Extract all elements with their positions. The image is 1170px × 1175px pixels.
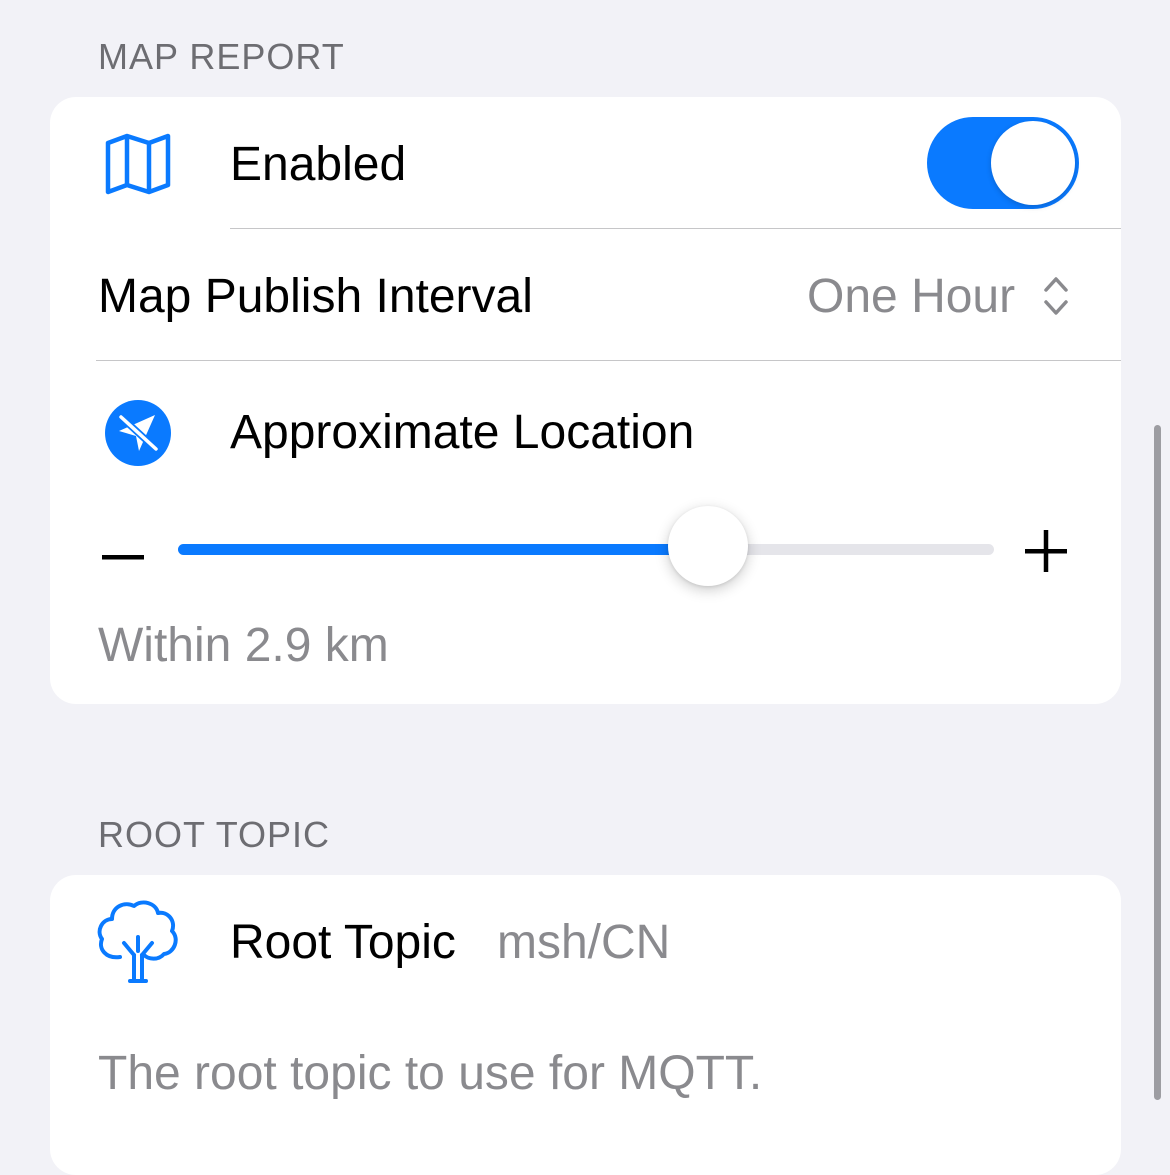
publish-interval-label: Map Publish Interval [98, 270, 533, 323]
root-topic-label: Root Topic [230, 916, 456, 969]
root-topic-input[interactable]: msh/CN [497, 915, 670, 970]
map-report-header: MAP REPORT [98, 36, 345, 77]
chevron-up-down-icon[interactable] [1043, 275, 1069, 322]
divider [96, 360, 1121, 361]
map-icon [105, 133, 171, 200]
slider-track[interactable] [178, 544, 994, 555]
enabled-label: Enabled [230, 138, 407, 191]
enabled-toggle[interactable] [927, 117, 1079, 209]
precision-text: Within 2.9 km [98, 619, 389, 672]
tree-icon [96, 897, 180, 988]
slider-fill [178, 544, 708, 555]
plus-icon[interactable] [1025, 530, 1067, 577]
root-topic-card: Root Topic msh/CN The root topic to use … [50, 875, 1121, 1175]
root-topic-header: ROOT TOPIC [98, 814, 331, 855]
slider-thumb[interactable] [668, 506, 748, 586]
divider [230, 228, 1121, 229]
location-arrow-icon [105, 400, 171, 471]
approx-location-label: Approximate Location [230, 406, 695, 459]
publish-interval-value[interactable]: One Hour [807, 269, 1015, 324]
map-report-card: Enabled Map Publish Interval One Hour Ap… [50, 97, 1121, 704]
scrollbar[interactable] [1154, 425, 1161, 1100]
minus-icon[interactable] [102, 548, 144, 566]
toggle-knob [991, 121, 1075, 205]
root-topic-footer: The root topic to use for MQTT. [98, 1047, 763, 1100]
